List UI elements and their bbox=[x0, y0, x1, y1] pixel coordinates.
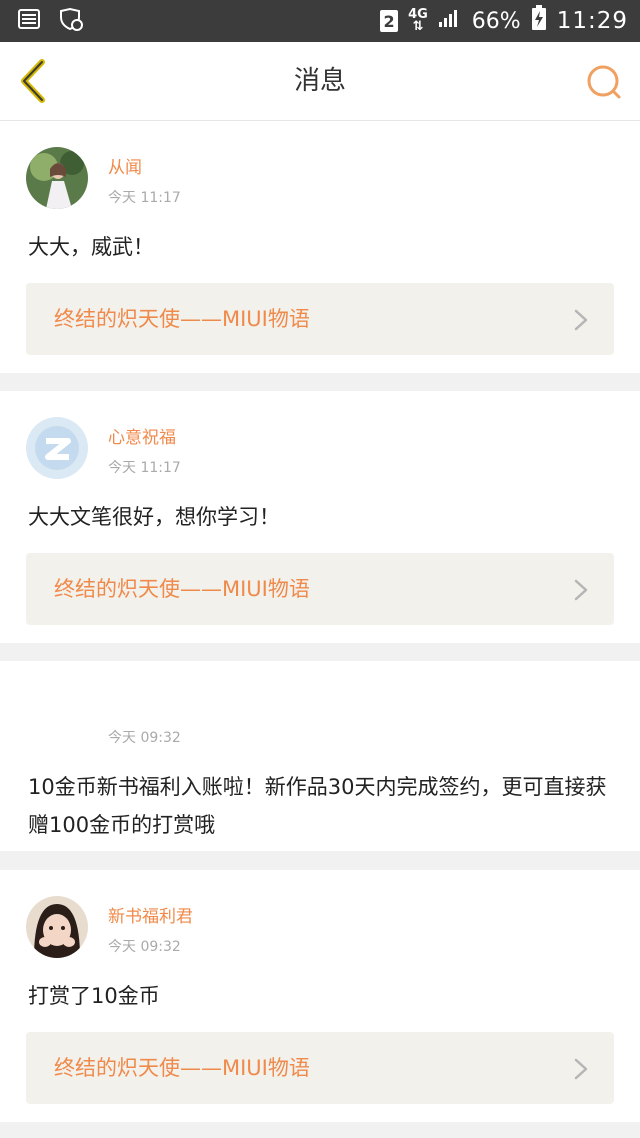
chevron-right-icon bbox=[574, 309, 588, 331]
message-time: 今天 11:17 bbox=[108, 190, 181, 206]
book-link[interactable]: 终结的炽天使——MIUI物语 bbox=[26, 1032, 614, 1104]
message-text: 10金币新书福利入账啦！新作品30天内完成签约，更可直接获赠100金币的打赏哦 bbox=[28, 775, 607, 837]
clock: 11:29 bbox=[556, 8, 628, 34]
avatar[interactable] bbox=[26, 896, 88, 958]
page-title: 消息 bbox=[293, 66, 346, 96]
sender-name[interactable]: 心意祝福 bbox=[108, 423, 176, 448]
message-card: 心意祝福 今天 11:17 大大文笔很好，想你学习！ 终结的炽天使——MIUI物… bbox=[0, 391, 640, 643]
message-text: 打赏了10金币 bbox=[28, 984, 160, 1008]
book-link[interactable]: 终结的炽天使——MIUI物语 bbox=[26, 283, 614, 355]
message-time: 今天 09:32 bbox=[108, 730, 181, 746]
message-card: 今天 09:32 10金币新书福利入账啦！新作品30天内完成签约，更可直接获赠1… bbox=[0, 661, 640, 851]
book-link-title: 终结的炽天使——MIUI物语 bbox=[54, 1056, 310, 1080]
chevron-right-icon bbox=[574, 1058, 588, 1080]
battery-charging-icon bbox=[531, 5, 547, 37]
network-type: 4G ⇅ bbox=[408, 7, 428, 34]
book-link-title: 终结的炽天使——MIUI物语 bbox=[54, 577, 310, 601]
nav-bar: 消息 bbox=[0, 42, 640, 121]
message-text: 大大，威武！ bbox=[28, 235, 154, 259]
message-card: 从闻 今天 11:17 大大，威武！ 终结的炽天使——MIUI物语 bbox=[0, 121, 640, 373]
search-icon bbox=[587, 65, 621, 99]
avatar[interactable] bbox=[26, 417, 88, 479]
message-text: 大大文笔很好，想你学习！ bbox=[28, 505, 280, 529]
avatar[interactable] bbox=[26, 147, 88, 209]
message-card: 新书福利君 今天 09:32 打赏了10金币 终结的炽天使——MIUI物语 bbox=[0, 870, 640, 1122]
sim-badge: 2 bbox=[380, 10, 399, 32]
battery-percent: 66% bbox=[471, 8, 521, 34]
chevron-right-icon bbox=[574, 579, 588, 601]
search-button[interactable] bbox=[584, 62, 624, 102]
book-link-title: 终结的炽天使——MIUI物语 bbox=[54, 307, 310, 331]
sender-name[interactable]: 新书福利君 bbox=[108, 902, 193, 927]
notification-list-icon bbox=[18, 9, 40, 33]
shield-settings-icon bbox=[58, 7, 84, 35]
status-bar: 2 4G ⇅ 66% 11:29 bbox=[0, 0, 640, 42]
message-time: 今天 11:17 bbox=[108, 460, 181, 476]
book-link[interactable]: 终结的炽天使——MIUI物语 bbox=[26, 553, 614, 625]
sender-name[interactable]: 从闻 bbox=[108, 153, 142, 178]
message-time: 今天 09:32 bbox=[108, 939, 181, 955]
signal-icon bbox=[438, 8, 462, 34]
